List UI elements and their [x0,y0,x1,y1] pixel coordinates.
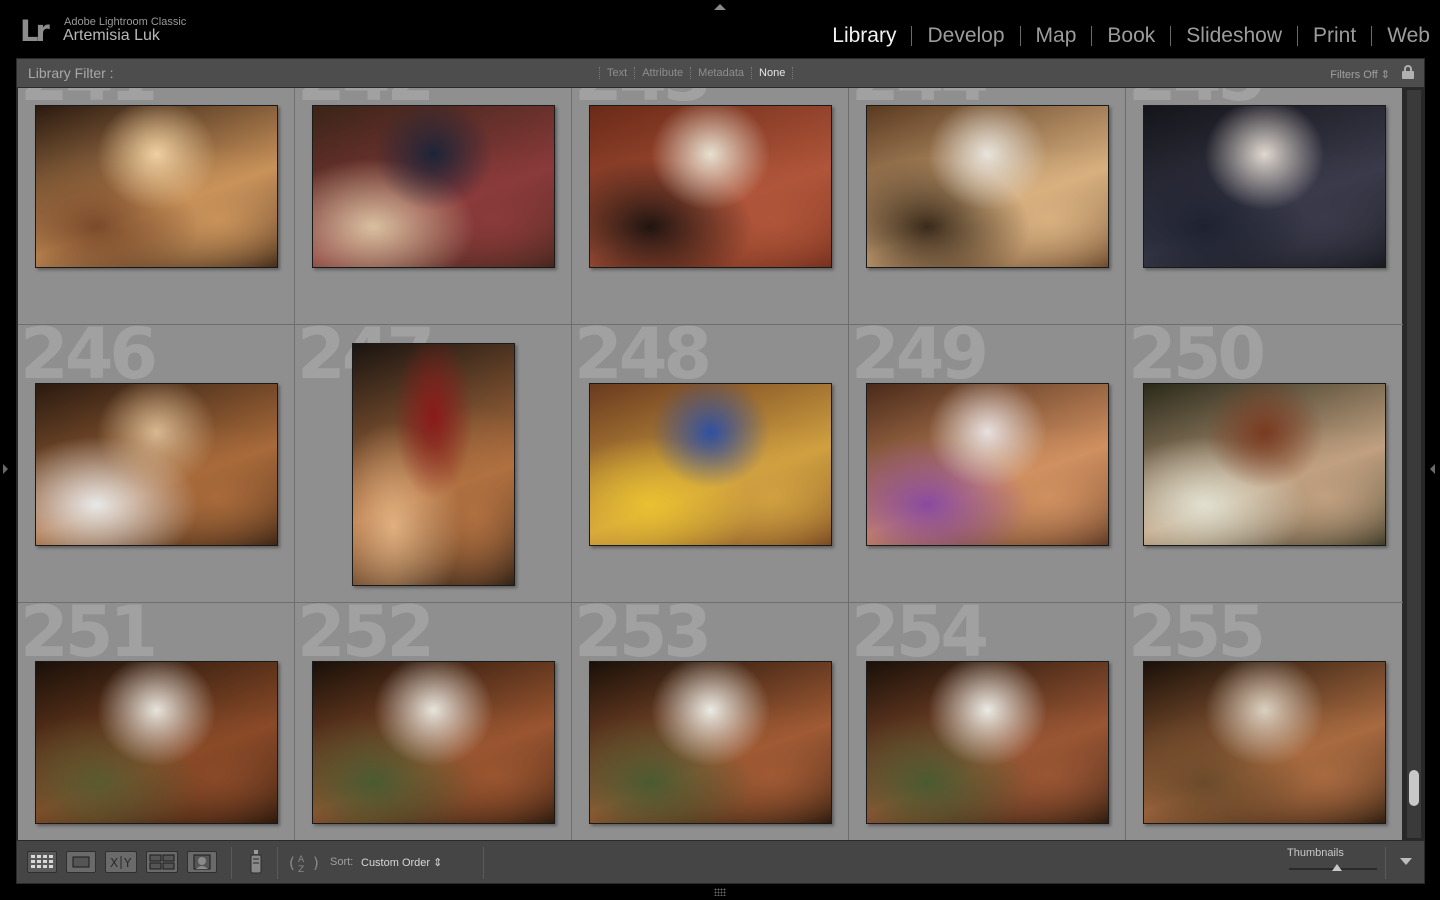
module-web[interactable]: Web [1387,24,1430,48]
module-separator [1019,26,1021,46]
photo-thumbnail[interactable] [311,661,555,824]
cell-index-number: 250 [1128,313,1266,395]
library-toolbar: XY (A Z) Sort: Custom Order ⇕ Thumbnails [16,840,1425,884]
filter-separator [792,67,794,79]
sort-direction-icon[interactable]: (A Z) [289,851,323,880]
grid-cell[interactable]: 251 [18,597,294,840]
module-separator [911,26,913,46]
grid-divider [18,324,1403,325]
module-separator [1371,26,1373,46]
grid-cell[interactable]: 254 [849,597,1125,840]
photo-thumbnail[interactable] [588,105,832,268]
svg-text:): ) [313,854,319,872]
module-separator [1297,26,1298,46]
expand-left-panel-icon[interactable] [3,464,8,474]
photo-thumbnail[interactable] [34,383,278,546]
module-map[interactable]: Map [1036,24,1077,48]
top-bar: Lr Adobe Lightroom Classic Artemisia Luk… [0,0,1440,58]
cell-index-number: 249 [851,313,989,395]
survey-view-icon[interactable] [146,851,178,873]
grid-divider [294,88,295,840]
library-filter-label: Library Filter : [28,65,114,81]
cell-index-number: 254 [851,591,989,673]
grid-view-icon[interactable] [27,851,57,873]
svg-text:A: A [298,855,305,865]
library-filter-bar: Library Filter : Text Attribute Metadata No… [16,58,1425,88]
grid-cell[interactable]: 242 [295,88,571,324]
expand-right-panel-icon[interactable] [1430,464,1435,474]
photo-thumbnail[interactable] [588,661,832,824]
people-view-icon[interactable] [187,851,217,873]
grid-cell[interactable]: 248 [572,319,848,602]
compare-view-icon[interactable]: XY [105,851,137,873]
grid-cell[interactable]: 246 [18,319,294,602]
module-separator [1170,26,1172,46]
toolbar-options-icon[interactable] [1400,858,1412,865]
module-develop[interactable]: Develop [927,24,1004,48]
photo-thumbnail[interactable] [865,383,1109,546]
grid-cell[interactable]: 243 [572,88,848,324]
module-library[interactable]: Library [832,24,896,48]
grid-divider [18,602,1403,603]
grid-cell[interactable]: 247 [295,319,571,602]
svg-text:Y: Y [123,856,132,870]
grid-divider [571,88,572,840]
photo-thumbnail[interactable] [1142,105,1386,268]
grid-cell[interactable]: 252 [295,597,571,840]
grid-cell[interactable]: 244 [849,88,1125,324]
photo-thumbnail[interactable] [1142,383,1386,546]
grid-divider [848,88,849,840]
grid-cell[interactable]: 249 [849,319,1125,602]
grid-cell[interactable]: 245 [1126,88,1402,324]
user-name: Artemisia Luk [63,27,160,44]
thumbnail-size-slider-knob[interactable] [1332,864,1343,871]
sort-label: Sort: [330,856,354,868]
lock-icon[interactable] [1402,65,1414,79]
collapse-top-panel-icon[interactable] [714,4,726,10]
module-slideshow[interactable]: Slideshow [1186,24,1282,48]
module-print[interactable]: Print [1313,24,1356,48]
filter-tab-metadata[interactable]: Metadata [691,67,751,79]
photo-thumbnail[interactable] [351,343,515,586]
module-separator [1091,26,1093,46]
grid-cell[interactable]: 241 [18,88,294,324]
photo-thumbnail[interactable] [865,105,1109,268]
photo-thumbnail[interactable] [34,105,278,268]
lightroom-logo: Lr [20,14,50,48]
grid-scrollbar[interactable] [1407,90,1421,838]
loupe-view-icon[interactable] [66,851,96,873]
photo-thumbnail[interactable] [34,661,278,824]
grid-scrollbar-thumb[interactable] [1409,770,1419,806]
grid-cell[interactable]: 255 [1126,597,1402,840]
sort-dropdown[interactable]: Custom Order ⇕ [361,856,442,869]
svg-text:Z: Z [298,865,304,875]
filter-tabs: Text Attribute Metadata None [599,67,794,79]
filters-preset-dropdown[interactable]: Filters Off ⇕ [1330,68,1390,81]
photo-thumbnail[interactable] [588,383,832,546]
filter-tab-text[interactable]: Text [600,67,634,79]
cell-index-number: 251 [20,591,158,673]
painter-icon[interactable] [249,849,263,880]
svg-text:X: X [110,856,118,870]
photo-thumbnail[interactable] [311,105,555,268]
module-book[interactable]: Book [1107,24,1155,48]
cell-index-number: 255 [1128,591,1266,673]
grid-cell[interactable]: 253 [572,597,848,840]
photo-grid: 2412422432442452462472482492502512522532… [16,88,1425,840]
cell-index-number: 253 [574,591,712,673]
grid-divider [1125,88,1126,840]
svg-text:(: ( [289,854,295,872]
photo-thumbnail[interactable] [865,661,1109,824]
cell-index-number: 252 [297,591,435,673]
thumbnails-label: Thumbnails [1287,847,1344,859]
cell-index-number: 246 [20,313,158,395]
filter-tab-none[interactable]: None [752,67,792,79]
cell-index-number: 248 [574,313,712,395]
grid-cell[interactable]: 250 [1126,319,1402,602]
filter-tab-attribute[interactable]: Attribute [635,67,690,79]
photo-thumbnail[interactable] [1142,661,1386,824]
module-picker: Library Develop Map Book Slideshow Print Web [832,24,1430,48]
collapse-bottom-panel-icon[interactable] [714,888,726,896]
